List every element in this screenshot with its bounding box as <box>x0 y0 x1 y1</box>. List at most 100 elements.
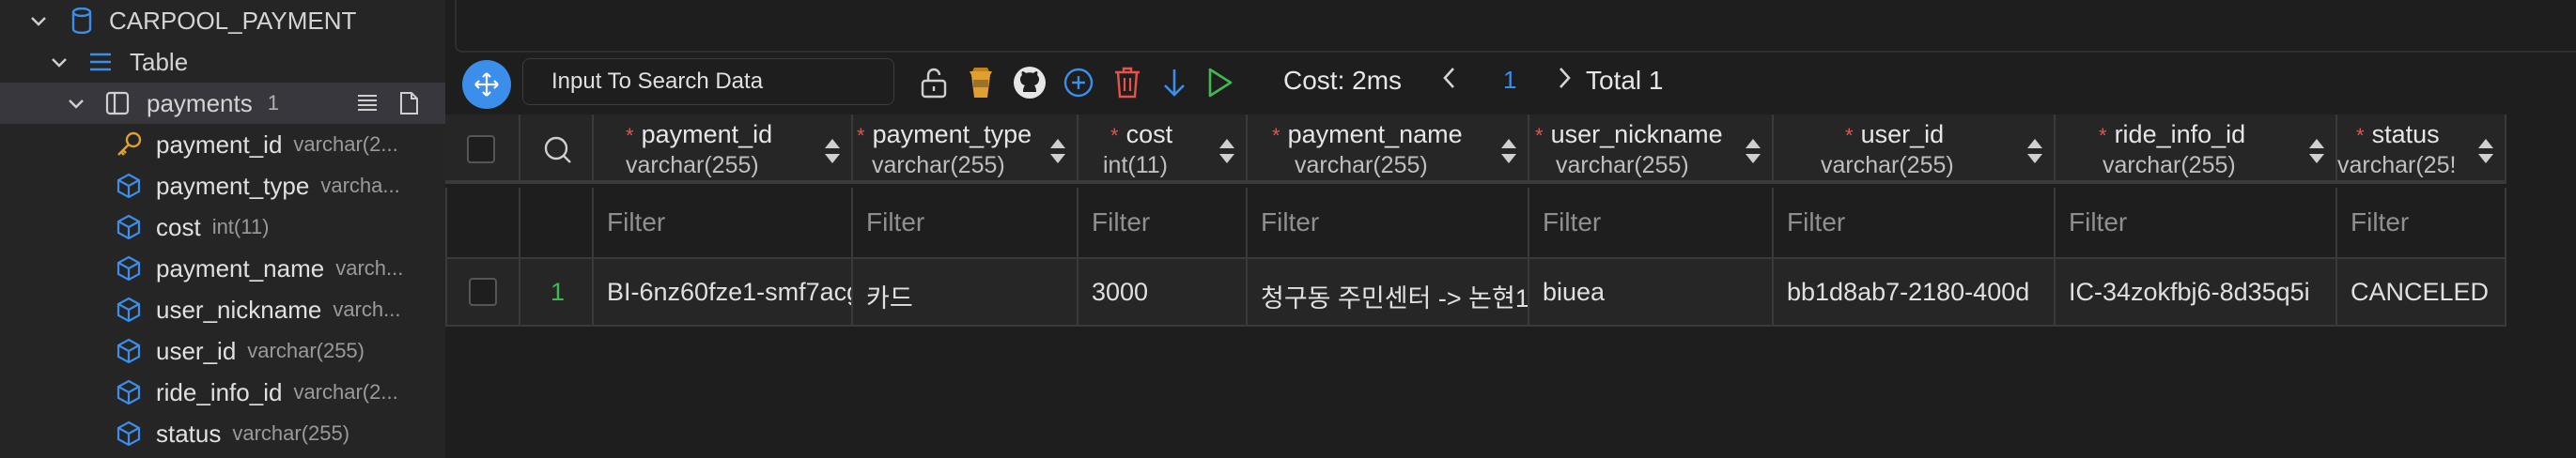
filter-input-cost[interactable] <box>1079 188 1246 257</box>
column-type: varcha... <box>320 174 400 197</box>
column-header-name: * status <box>2356 120 2440 149</box>
play-icon <box>1208 68 1233 98</box>
sort-icon[interactable] <box>2476 137 2495 165</box>
column-header-payment-name[interactable]: * payment_name varchar(255) <box>1248 114 1529 184</box>
trash-icon <box>1115 67 1140 99</box>
filter-cell <box>853 188 1079 259</box>
column-header-label: status <box>2371 120 2440 148</box>
page-number[interactable]: 1 <box>1503 66 1516 95</box>
sort-icon[interactable] <box>1218 137 1236 165</box>
column-name: status <box>156 419 222 448</box>
table-cell-payment-type[interactable]: 카드 <box>853 259 1079 327</box>
column-header-label: payment_type <box>872 120 1032 148</box>
unlock-icon <box>921 68 947 99</box>
move-button[interactable] <box>462 60 511 109</box>
list-view-icon[interactable] <box>355 91 380 115</box>
column-header-label: payment_id <box>641 120 773 148</box>
filter-input-user-nickname[interactable] <box>1529 188 1772 257</box>
column-header-user-id[interactable]: * user_id varchar(255) <box>1774 114 2056 184</box>
tree-item-table-group[interactable]: Table <box>0 41 445 83</box>
document-icon[interactable] <box>396 91 421 115</box>
column-item-user-id[interactable]: user_id varchar(255) <box>0 330 445 372</box>
column-item-user-nickname[interactable]: user_nickname varch... <box>0 289 445 330</box>
filter-input-payment-type[interactable] <box>853 188 1077 257</box>
column-header-payment-id[interactable]: * payment_id varchar(255) <box>594 114 853 184</box>
table-cell-payment-id[interactable]: BI-6nz60fze1-smf7acg <box>594 259 853 327</box>
cell-value: 3000 <box>1092 278 1149 306</box>
result-toolbar: Cost: 2ms 1 Total 1 <box>445 54 2576 111</box>
column-header-type: varchar(255) <box>626 152 759 178</box>
chevron-down-icon[interactable] <box>66 93 86 114</box>
sort-icon[interactable] <box>2307 137 2326 165</box>
list-icon <box>90 53 111 71</box>
required-marker: * <box>1110 124 1119 147</box>
table-cell-user-id[interactable]: bb1d8ab7-2180-400d <box>1774 259 2056 327</box>
column-header-type: varchar(255) <box>1295 152 1428 178</box>
cell-value: 카드 <box>866 284 913 313</box>
filter-input-payment-name[interactable] <box>1248 188 1528 257</box>
required-marker: * <box>626 124 634 147</box>
row-checkbox[interactable] <box>469 278 497 306</box>
donate-button[interactable] <box>964 66 998 99</box>
next-page-button[interactable] <box>1556 66 1573 97</box>
search-data-input[interactable] <box>522 58 894 105</box>
delete-row-button[interactable] <box>1110 66 1144 99</box>
add-row-button[interactable] <box>1062 66 1095 99</box>
column-name: cost <box>156 212 201 241</box>
table-cell-ride-info-id[interactable]: IC-34zokfbj6-8d35q5i <box>2056 259 2337 327</box>
tree-item-database[interactable]: CARPOOL_PAYMENT <box>0 0 445 41</box>
column-header-type: int(11) <box>1103 152 1169 178</box>
column-item-payment-name[interactable]: payment_name varch... <box>0 248 445 289</box>
key-icon <box>117 131 142 156</box>
cube-icon <box>116 297 141 323</box>
table-cell-cost[interactable]: 3000 <box>1079 259 1248 327</box>
cell-value: CANCELED <box>2351 278 2490 306</box>
sort-icon[interactable] <box>823 137 842 165</box>
column-header-cost[interactable]: * cost int(11) <box>1079 114 1248 184</box>
table-count: 1 <box>267 91 279 114</box>
chevron-down-icon[interactable] <box>49 52 70 72</box>
move-icon <box>474 72 499 97</box>
column-header-type: varchar(255) <box>1556 152 1689 178</box>
sort-icon[interactable] <box>1744 137 1762 165</box>
column-header-status[interactable]: * status varchar(25! <box>2337 114 2506 184</box>
table-cell-user-nickname[interactable]: biuea <box>1529 259 1774 327</box>
run-button[interactable] <box>1203 66 1236 99</box>
filter-input-ride-info-id[interactable] <box>2056 188 2335 257</box>
column-header-label: user_id <box>1860 120 1945 148</box>
sort-icon[interactable] <box>1499 137 1518 165</box>
filter-input-status[interactable] <box>2337 188 2505 257</box>
column-header-name: * payment_name <box>1272 120 1463 149</box>
column-header-user-nickname[interactable]: * user_nickname varchar(255) <box>1529 114 1774 184</box>
filter-input-user-id[interactable] <box>1774 188 2054 257</box>
column-item-ride-info-id[interactable]: ride_info_id varchar(2... <box>0 372 445 413</box>
column-item-cost[interactable]: cost int(11) <box>0 206 445 248</box>
column-item-status[interactable]: status varchar(255) <box>0 413 445 454</box>
table-cell-payment-name[interactable]: 청구동 주민센터 -> 논현1동 <box>1248 259 1529 327</box>
filter-cell <box>1079 188 1248 259</box>
github-button[interactable] <box>1013 66 1047 99</box>
total-count: Total 1 <box>1586 66 1664 95</box>
previous-page-button[interactable] <box>1441 66 1458 97</box>
filter-input-payment-id[interactable] <box>594 188 851 257</box>
column-name: payment_id <box>156 130 283 159</box>
table-cell-status[interactable]: CANCELED <box>2337 259 2506 327</box>
tree-item-table-payments[interactable]: payments 1 <box>0 83 445 124</box>
column-header-ride-info-id[interactable]: * ride_info_id varchar(255) <box>2056 114 2337 184</box>
required-marker: * <box>2356 124 2365 147</box>
column-header-payment-type[interactable]: * payment_type varchar(255) <box>853 114 1079 184</box>
column-item-payment-type[interactable]: payment_type varcha... <box>0 165 445 206</box>
column-name: ride_info_id <box>156 377 283 406</box>
chevron-down-icon[interactable] <box>28 10 49 31</box>
sort-icon[interactable] <box>2025 137 2044 165</box>
cube-icon <box>116 420 141 447</box>
export-button[interactable] <box>1157 66 1191 99</box>
select-all-checkbox[interactable] <box>467 135 495 163</box>
sort-icon[interactable] <box>1048 137 1067 165</box>
query-editor[interactable] <box>455 0 2576 53</box>
column-item-payment-id[interactable]: payment_id varchar(2... <box>0 124 445 165</box>
search-icon[interactable] <box>543 135 573 165</box>
required-marker: * <box>1845 124 1854 147</box>
lock-button[interactable] <box>917 66 951 99</box>
column-header-label: payment_name <box>1287 120 1463 148</box>
